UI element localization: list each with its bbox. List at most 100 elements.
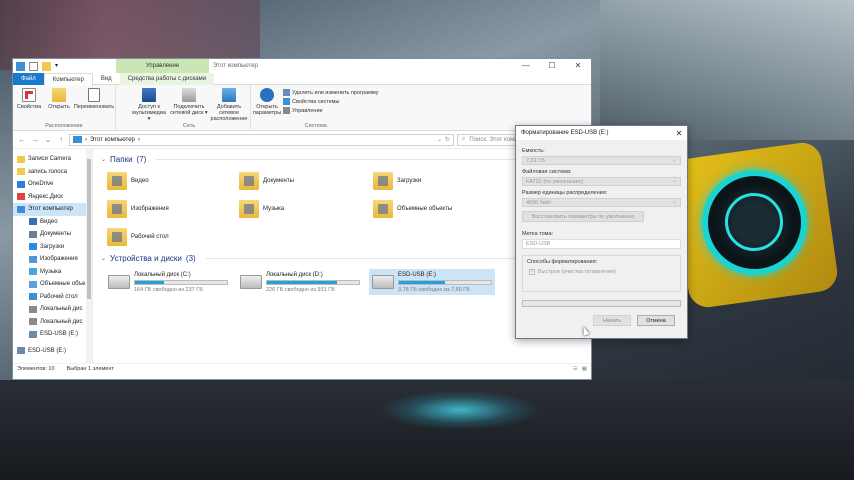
sidebar-item[interactable]: Локальный дис	[13, 316, 92, 329]
start-button[interactable]: Начать	[593, 315, 631, 326]
tab-file[interactable]: Файл	[13, 72, 44, 85]
folder-item[interactable]: Рабочий стол	[107, 226, 239, 248]
capacity-select[interactable]: 7,61 ГБ	[522, 156, 681, 165]
maximize-button[interactable]: ☐	[539, 59, 565, 73]
folder-label: Рабочий стол	[131, 234, 169, 240]
uninstall-icon	[283, 89, 290, 96]
properties-icon[interactable]	[29, 61, 38, 71]
manage-icon	[283, 107, 290, 114]
open-folder-icon	[52, 88, 66, 102]
folder-item[interactable]: Загрузки	[373, 170, 507, 192]
uninstall-program-button[interactable]: Удалить или изменить программу	[283, 89, 378, 96]
allocation-unit-label: Размер единицы распределения:	[522, 190, 608, 196]
sidebar-item[interactable]: Загрузки	[13, 241, 92, 254]
sidebar-item[interactable]: Музыка	[13, 266, 92, 279]
dialog-close-button[interactable]: ✕	[671, 129, 687, 138]
drive-item[interactable]: ESD-USB (E:) 3,78 ГБ свободно из 7,60 ГБ	[369, 269, 495, 295]
folders-section-header[interactable]: ⌄ Папки (7)	[101, 153, 583, 166]
sidebar-item[interactable]: OneDrive	[13, 178, 92, 191]
wallpaper-robot-eye-inner	[725, 193, 783, 251]
sidebar-item[interactable]: Яндекс.Диск	[13, 191, 92, 204]
folder-item[interactable]: Документы	[239, 170, 373, 192]
sidebar-item[interactable]: Объемные объе	[13, 278, 92, 291]
system-properties-button[interactable]: Свойства системы	[283, 98, 378, 105]
folder-item[interactable]: Изображения	[107, 198, 239, 220]
back-button[interactable]: ←	[17, 135, 27, 144]
chevron-down-icon[interactable]: ⌄	[43, 135, 53, 144]
allocation-unit-select[interactable]: 4096 байт	[522, 198, 681, 207]
system-small-buttons: Удалить или изменить программу Свойства …	[283, 87, 378, 122]
filesystem-select[interactable]: FAT32 (по умолчанию)	[522, 177, 681, 186]
breadcrumb-this-pc[interactable]: Этот компьютер	[90, 137, 135, 143]
navigation-pane: Записи Camera запись голоса OneDrive Яндекс…	[13, 149, 93, 363]
drive-item[interactable]: Локальный диск (D:) 226 ГБ свободно из 93…	[237, 269, 363, 295]
rename-button[interactable]: Переименовать	[74, 87, 114, 122]
sidebar-item[interactable]: Видео	[13, 216, 92, 229]
drive-free-space: 3,78 ГБ свободно из 7,60 ГБ	[398, 286, 470, 293]
open-label: Открыть	[48, 104, 70, 110]
folder-item[interactable]: Видео	[107, 170, 239, 192]
open-settings-button[interactable]: Открыть параметры	[253, 87, 281, 122]
chevron-down-icon[interactable]: ▾	[55, 62, 61, 71]
quick-format-label: Быстрое (очистка оглавления)	[538, 269, 616, 275]
ribbon: Свойства Открыть Переименовать Расположе…	[13, 85, 591, 131]
tiles-view-icon[interactable]: ▦	[582, 366, 587, 372]
restore-defaults-button[interactable]: Восстановить параметры по умолчанию	[522, 211, 644, 222]
sidebar-scrollbar[interactable]	[86, 149, 92, 363]
sidebar-item-icon	[29, 218, 37, 226]
add-location-button[interactable]: Добавить сетевое расположение	[210, 87, 248, 122]
computer-icon[interactable]	[16, 61, 25, 71]
open-button[interactable]: Открыть	[45, 87, 73, 122]
sidebar-item[interactable]: Локальный дис	[13, 303, 92, 316]
drive-item[interactable]: Локальный диск (C:) 164 ГБ свободно из 23…	[105, 269, 231, 295]
cancel-button[interactable]: Отмена	[637, 315, 675, 326]
sidebar-item[interactable]: Документы	[13, 228, 92, 241]
folder-icon	[107, 172, 127, 190]
tab-computer[interactable]: Компьютер	[43, 72, 93, 86]
ribbon-group-location: Свойства Открыть Переименовать Расположе…	[13, 85, 116, 130]
breadcrumb-sep: ›	[85, 136, 87, 143]
close-button[interactable]: ✕	[565, 59, 591, 73]
drive-list: Локальный диск (C:) 164 ГБ свободно из 23…	[101, 265, 583, 295]
map-drive-button[interactable]: Подключить сетевой диск ▾	[170, 87, 208, 122]
sidebar-item-label: запись голоса	[28, 168, 67, 175]
refresh-icon[interactable]: ↻	[445, 136, 450, 143]
sidebar-item-label: Записи Camera	[28, 156, 71, 163]
rename-icon	[88, 88, 100, 102]
sidebar-item[interactable]: Записи Camera	[13, 153, 92, 166]
details-view-icon[interactable]: ☰	[573, 366, 578, 372]
minimize-button[interactable]: —	[513, 59, 539, 73]
folder-item[interactable]: Объемные объекты	[373, 198, 507, 220]
media-access-button[interactable]: Доступ к мультимедиа ▾	[130, 87, 168, 122]
drive-info: ESD-USB (E:) 3,78 ГБ свободно из 7,60 ГБ	[398, 272, 492, 293]
folder-icon	[239, 200, 259, 218]
window-controls: — ☐ ✕	[513, 59, 591, 73]
address-box[interactable]: › Этот компьютер › ⌄ ↻	[69, 133, 454, 146]
address-dropdown-icon[interactable]: ⌄	[437, 136, 442, 143]
tab-drive-tools[interactable]: Средства работы с дисками	[119, 72, 215, 85]
tab-view[interactable]: Вид	[93, 73, 120, 85]
properties-button[interactable]: Свойства	[15, 87, 43, 122]
drives-section-header[interactable]: ⌄ Устройства и диски (3)	[101, 252, 583, 265]
ribbon-group-network: Доступ к мультимедиа ▾ Подключить сетево…	[116, 85, 251, 130]
sidebar-item[interactable]: Рабочий стол	[13, 291, 92, 304]
manage-button[interactable]: Управление	[283, 107, 378, 114]
sidebar-item[interactable]: запись голоса	[13, 166, 92, 179]
item-count: Элементов: 10	[17, 365, 55, 372]
scrollbar-thumb[interactable]	[87, 159, 91, 299]
wallpaper-sky	[600, 0, 854, 140]
sidebar-item[interactable]: ESD-USB (E:)	[13, 328, 92, 341]
sidebar-item[interactable]: Этот компьютер	[13, 203, 92, 216]
format-dialog: Форматирование ESD-USB (E:) ✕ Емкость: 7…	[515, 125, 688, 339]
quick-format-checkbox[interactable]: ✓ Быстрое (очистка оглавления)	[527, 269, 676, 275]
new-folder-icon[interactable]	[42, 61, 51, 71]
sidebar-item[interactable]: Изображения	[13, 253, 92, 266]
forward-button[interactable]: →	[30, 135, 40, 144]
checkmark-icon: ✓	[529, 269, 535, 275]
folder-icon	[239, 172, 259, 190]
sidebar-item[interactable]: ESD-USB (E:)	[13, 345, 92, 358]
folder-item[interactable]: Музыка	[239, 198, 373, 220]
up-button[interactable]: ↑	[56, 135, 66, 144]
breadcrumb-chevron[interactable]: ›	[138, 137, 140, 143]
volume-label-input[interactable]: ESD-USB	[522, 239, 681, 249]
